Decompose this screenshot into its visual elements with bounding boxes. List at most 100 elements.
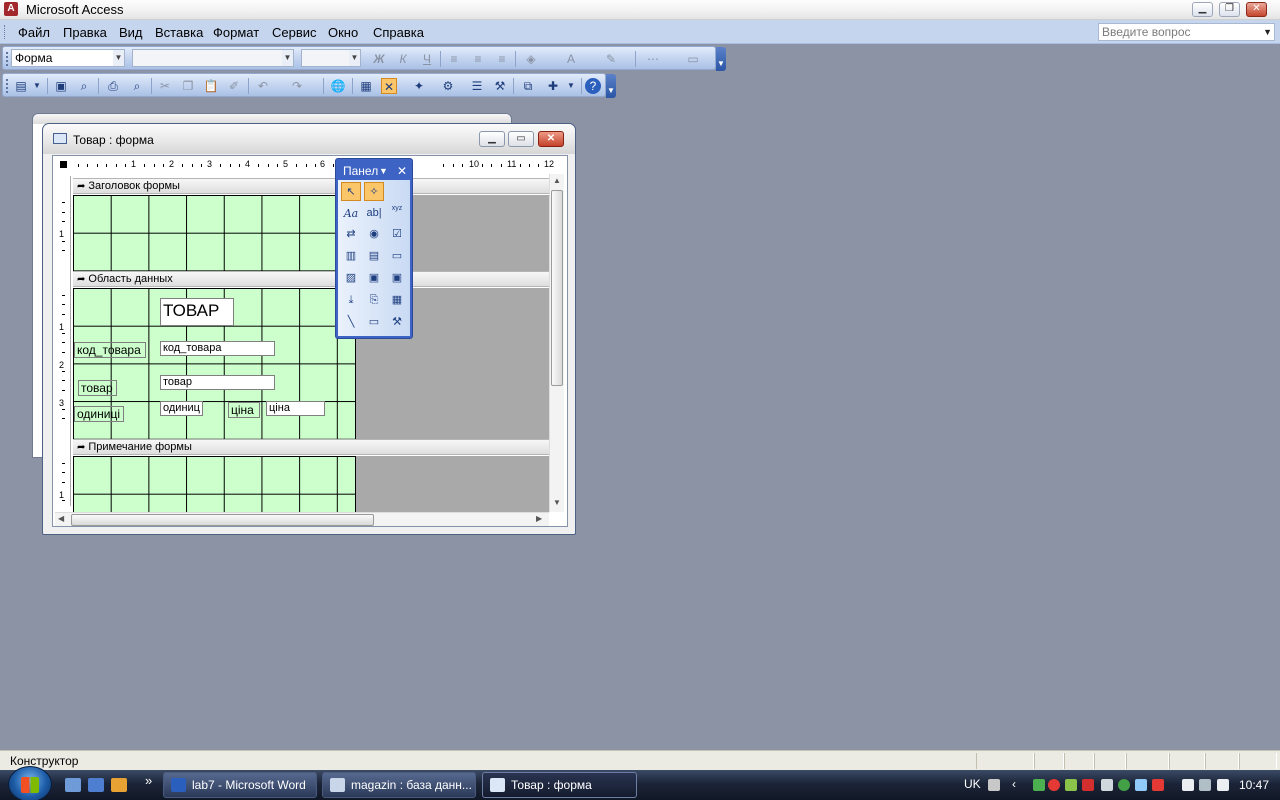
control-wizards-tool[interactable]: ✧ <box>364 182 384 201</box>
page-break-tool[interactable]: ⤓ <box>341 291 361 310</box>
menu-help[interactable]: Справка <box>373 25 424 40</box>
option-group-tool[interactable]: xyz <box>387 204 407 223</box>
menu-view[interactable]: Вид <box>119 25 143 40</box>
copy-icon[interactable]: ❐ <box>180 78 196 94</box>
toolbar-grip[interactable] <box>6 79 9 93</box>
tray-app-icon[interactable] <box>1217 779 1229 791</box>
tray-app-icon[interactable] <box>1033 779 1045 791</box>
horizontal-scroll-thumb[interactable] <box>71 514 374 526</box>
menu-window[interactable]: Окно <box>328 25 358 40</box>
minimize-button[interactable]: ▁ <box>1192 2 1213 17</box>
volume-icon[interactable] <box>1152 779 1164 791</box>
bold-button[interactable]: Ж <box>371 51 387 67</box>
line-width-icon[interactable]: ▭ <box>685 51 701 67</box>
tray-app-icon[interactable] <box>1199 779 1211 791</box>
print-preview-icon[interactable]: ⌕ <box>129 78 145 94</box>
menu-file[interactable]: Файл <box>18 25 50 40</box>
chevron-down-icon[interactable]: ▼ <box>563 78 579 94</box>
form-footer-grid[interactable] <box>73 456 356 512</box>
toolbox-toggle-icon[interactable]: ✕ <box>381 78 397 94</box>
database-window-icon[interactable]: ⧉ <box>520 78 536 94</box>
align-right-icon[interactable]: ≡ <box>494 51 510 67</box>
toolbox-menu-icon[interactable]: ▼ <box>379 161 388 181</box>
restore-button[interactable]: ❐ <box>1219 2 1240 17</box>
rectangle-tool[interactable]: ▭ <box>364 313 384 332</box>
listbox-tool[interactable]: ▤ <box>364 247 384 266</box>
toolbar-options-icon[interactable]: ▼ <box>716 47 726 71</box>
form-header-section-bar[interactable]: ➦ Заголовок формы <box>73 178 549 194</box>
odinici-label[interactable]: одиниці <box>74 406 124 422</box>
properties-icon[interactable]: ☰ <box>469 78 485 94</box>
kod-tovara-field[interactable]: код_товара <box>160 341 275 356</box>
vertical-scrollbar[interactable]: ▲ ▼ <box>549 174 564 512</box>
keyboard-icon[interactable] <box>988 779 1000 791</box>
font-size-combo[interactable]: ▼ <box>301 49 361 67</box>
vertical-ruler[interactable]: 1 1 2 3 1 <box>55 176 71 506</box>
chevron-down-icon[interactable]: ▼ <box>113 50 124 66</box>
help-question-input[interactable]: Введите вопрос ▼ <box>1098 23 1275 41</box>
code-icon[interactable]: ⚙ <box>440 78 456 94</box>
close-button[interactable]: ✕ <box>1246 2 1267 17</box>
form-minimize-button[interactable]: ▁ <box>479 131 505 147</box>
bound-object-frame-tool[interactable]: ▣ <box>387 269 407 288</box>
chevron-down-icon[interactable]: ▼ <box>29 78 45 94</box>
form-title-label[interactable]: ТОВАР <box>160 298 234 326</box>
autoformat-icon[interactable]: ✦ <box>411 78 427 94</box>
option-button-tool[interactable]: ◉ <box>364 225 384 244</box>
unbound-object-frame-tool[interactable]: ▣ <box>364 269 384 288</box>
menu-format[interactable]: Формат <box>213 25 259 40</box>
odinic-field[interactable]: одиниц <box>160 401 203 416</box>
select-objects-tool[interactable]: ↖ <box>341 182 361 201</box>
form-header-grid[interactable] <box>73 195 356 271</box>
align-left-icon[interactable]: ≡ <box>446 51 462 67</box>
quicklaunch-desktop-icon[interactable] <box>88 778 104 792</box>
redo-icon[interactable]: ↷ <box>289 78 305 94</box>
tovar-field[interactable]: товар <box>160 375 275 390</box>
tray-app-icon[interactable] <box>1182 779 1194 791</box>
line-tool[interactable]: ╲ <box>341 313 361 332</box>
object-combo[interactable]: Форма ▼ <box>11 49 125 67</box>
more-controls-tool[interactable]: ⚒ <box>387 313 407 332</box>
tray-app-icon[interactable] <box>1118 779 1130 791</box>
image-tool[interactable]: ▨ <box>341 269 361 288</box>
help-icon[interactable]: ? <box>585 78 601 94</box>
combobox-tool[interactable]: ▥ <box>341 247 361 266</box>
quicklaunch-more-icon[interactable]: » <box>145 773 152 788</box>
form-close-button[interactable]: ✕ <box>538 131 564 147</box>
taskbar-form[interactable]: Товар : форма <box>482 772 637 798</box>
tray-expand-icon[interactable]: ‹ <box>1012 777 1016 791</box>
app-title-bar[interactable]: A Microsoft Access ▁ ❐ ✕ <box>0 0 1280 20</box>
menu-tools[interactable]: Сервис <box>272 25 317 40</box>
tray-app-icon[interactable] <box>1065 779 1077 791</box>
scroll-down-icon[interactable]: ▼ <box>553 498 561 507</box>
network-icon[interactable] <box>1101 779 1113 791</box>
kod-tovara-label[interactable]: код_товара <box>74 342 146 358</box>
tab-control-tool[interactable]: ⎘ <box>364 291 384 310</box>
save-icon[interactable]: ▣ <box>53 78 69 94</box>
form-window-titlebar[interactable]: Товар : форма ▁ ▭ ✕ <box>43 124 575 154</box>
toolbar-grip[interactable] <box>6 52 9 66</box>
toggle-button-tool[interactable]: ⇄ <box>341 225 361 244</box>
subform-tool[interactable]: ▦ <box>387 291 407 310</box>
label-tool[interactable]: Aa <box>341 204 361 223</box>
underline-button[interactable]: Ч <box>419 51 435 67</box>
textbox-tool[interactable]: ab| <box>364 204 384 223</box>
help-dropdown-arrow-icon[interactable]: ▼ <box>1263 24 1272 40</box>
scroll-right-icon[interactable]: ▶ <box>536 514 542 523</box>
line-color-icon[interactable]: ✎ <box>603 51 619 67</box>
command-button-tool[interactable]: ▭ <box>387 247 407 266</box>
fill-color-icon[interactable]: ◈ <box>523 51 539 67</box>
paste-icon[interactable]: 📋 <box>203 78 219 94</box>
form-footer-section-bar[interactable]: ➦ Примечание формы <box>73 439 549 455</box>
chevron-down-icon[interactable]: ▼ <box>282 50 293 66</box>
undo-icon[interactable]: ↶ <box>255 78 271 94</box>
print-icon[interactable]: ⎙ <box>105 78 121 94</box>
tovar-label[interactable]: товар <box>78 380 117 396</box>
tray-app-icon[interactable] <box>1082 779 1094 791</box>
form-selector[interactable] <box>55 158 71 172</box>
view-icon[interactable]: ▤ <box>13 78 29 94</box>
chevron-down-icon[interactable]: ▼ <box>349 50 360 66</box>
new-object-icon[interactable]: ✚ <box>545 78 561 94</box>
border-style-icon[interactable]: ⋯ <box>645 51 661 67</box>
taskbar-database[interactable]: magazin : база данн... <box>322 772 476 798</box>
